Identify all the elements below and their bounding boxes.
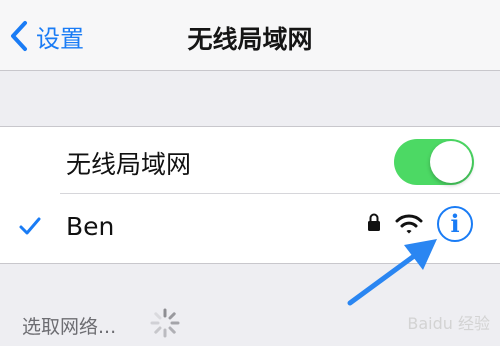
wifi-signal-icon: [395, 214, 423, 234]
lock-icon: [368, 213, 380, 231]
network-row-ben[interactable]: Ben i: [0, 194, 500, 261]
wifi-toggle-label: 无线局域网: [66, 150, 192, 179]
wifi-toggle-row: 无线局域网: [0, 127, 500, 194]
navigation-bar: 设置 无线局域网: [0, 0, 500, 71]
toggle-knob: [430, 141, 472, 183]
spinner-icon: [150, 308, 180, 338]
wifi-toggle-switch[interactable]: [394, 139, 474, 185]
checkmark-icon: [19, 217, 41, 235]
watermark: Baidu 经验: [407, 314, 490, 333]
wifi-settings-group: 无线局域网 Ben i: [0, 126, 500, 264]
network-name: Ben: [66, 212, 115, 241]
page-title: 无线局域网: [187, 25, 313, 54]
info-button[interactable]: i: [437, 206, 473, 242]
choose-network-label: 选取网络...: [22, 316, 117, 338]
